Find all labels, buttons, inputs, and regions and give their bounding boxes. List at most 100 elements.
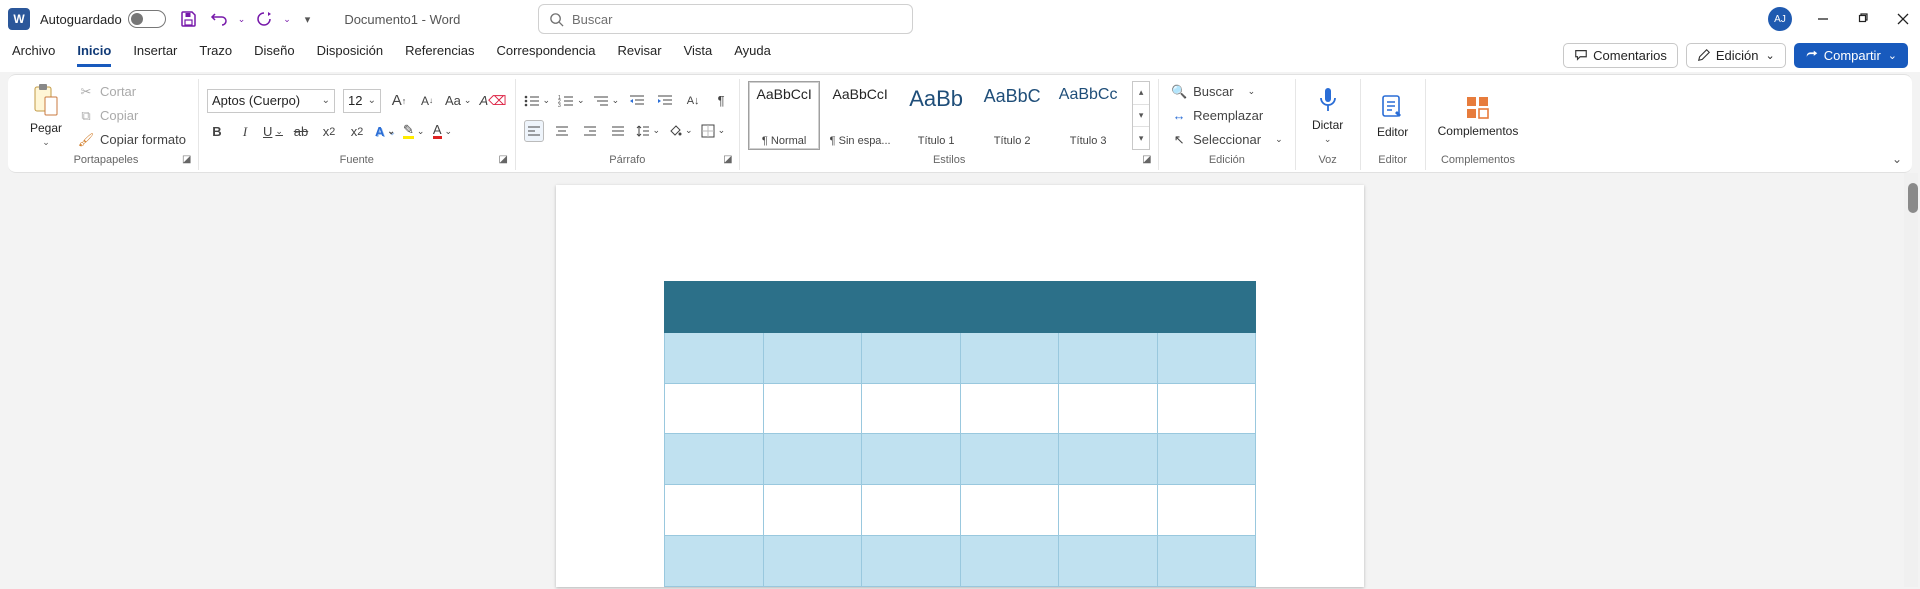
underline-button[interactable]: U bbox=[263, 121, 283, 143]
addins-button[interactable]: Complementos bbox=[1434, 81, 1523, 150]
table-cell[interactable] bbox=[1059, 434, 1158, 485]
strikethrough-button[interactable]: ab bbox=[291, 121, 311, 143]
sort-button[interactable]: A↓ bbox=[683, 90, 703, 112]
table-cell[interactable] bbox=[1157, 536, 1256, 587]
table-cell[interactable] bbox=[960, 383, 1059, 434]
table-cell[interactable] bbox=[960, 332, 1059, 383]
replace-button[interactable]: ↔Reemplazar bbox=[1167, 106, 1286, 126]
table-cell[interactable] bbox=[1059, 536, 1158, 587]
table-cell[interactable] bbox=[665, 434, 764, 485]
share-button[interactable]: Compartir bbox=[1794, 43, 1908, 68]
table-cell[interactable] bbox=[960, 485, 1059, 536]
style-normal[interactable]: AaBbCcI¶ Normal bbox=[748, 81, 820, 150]
window-restore-button[interactable] bbox=[1854, 10, 1872, 28]
line-spacing-button[interactable] bbox=[636, 120, 661, 142]
table-cell[interactable] bbox=[763, 434, 862, 485]
table-cell[interactable] bbox=[763, 536, 862, 587]
bullets-button[interactable] bbox=[524, 90, 551, 112]
table-cell[interactable] bbox=[862, 434, 961, 485]
justify-button[interactable] bbox=[608, 120, 628, 142]
table-cell[interactable] bbox=[1059, 332, 1158, 383]
table-cell[interactable] bbox=[862, 282, 961, 333]
vertical-scrollbar-thumb[interactable] bbox=[1908, 183, 1918, 213]
subscript-button[interactable]: x2 bbox=[319, 121, 339, 143]
style-heading1[interactable]: AaBbTítulo 1 bbox=[900, 81, 972, 150]
table-cell[interactable] bbox=[1059, 485, 1158, 536]
table-cell[interactable] bbox=[665, 332, 764, 383]
styles-scroll-down[interactable]: ▾ bbox=[1133, 105, 1149, 128]
table-cell[interactable] bbox=[862, 332, 961, 383]
tab-ayuda[interactable]: Ayuda bbox=[734, 43, 771, 67]
document-table[interactable] bbox=[664, 281, 1256, 587]
style-heading3[interactable]: AaBbCcTítulo 3 bbox=[1052, 81, 1124, 150]
tab-inicio[interactable]: Inicio bbox=[77, 43, 111, 67]
table-cell[interactable] bbox=[960, 282, 1059, 333]
ribbon-collapse-button[interactable]: ⌄ bbox=[1892, 152, 1902, 166]
table-cell[interactable] bbox=[1157, 434, 1256, 485]
paste-button[interactable]: Pegar ⌄ bbox=[22, 81, 70, 150]
numbering-button[interactable]: 123 bbox=[558, 90, 585, 112]
tab-disposicion[interactable]: Disposición bbox=[317, 43, 383, 67]
editor-button[interactable]: Editor bbox=[1369, 81, 1417, 150]
undo-button[interactable] bbox=[208, 8, 230, 30]
borders-button[interactable] bbox=[701, 120, 726, 142]
align-center-button[interactable] bbox=[552, 120, 572, 142]
styles-launcher[interactable]: ◪ bbox=[1142, 154, 1154, 166]
window-minimize-button[interactable] bbox=[1814, 10, 1832, 28]
find-button[interactable]: 🔍Buscar⌄ bbox=[1167, 82, 1286, 102]
tab-diseno[interactable]: Diseño bbox=[254, 43, 294, 67]
table-cell[interactable] bbox=[665, 282, 764, 333]
font-size-combo[interactable]: 12⌄ bbox=[343, 89, 381, 113]
user-avatar[interactable]: AJ bbox=[1768, 7, 1792, 31]
table-cell[interactable] bbox=[763, 485, 862, 536]
autosave-toggle[interactable] bbox=[128, 10, 166, 28]
undo-history-dropdown[interactable]: ⌄ bbox=[238, 14, 246, 25]
search-input[interactable]: Buscar bbox=[538, 4, 913, 34]
change-case-button[interactable]: Aa bbox=[445, 90, 471, 112]
comments-button[interactable]: Comentarios bbox=[1563, 43, 1678, 68]
table-cell[interactable] bbox=[960, 434, 1059, 485]
table-cell[interactable] bbox=[763, 332, 862, 383]
table-cell[interactable] bbox=[665, 536, 764, 587]
shrink-font-button[interactable]: A↓ bbox=[417, 90, 437, 112]
highlight-color-button[interactable]: ✎ bbox=[403, 121, 424, 143]
save-button[interactable] bbox=[178, 8, 200, 30]
select-button[interactable]: ↖Seleccionar⌄ bbox=[1167, 130, 1286, 150]
table-cell[interactable] bbox=[665, 485, 764, 536]
align-left-button[interactable] bbox=[524, 120, 544, 142]
redo-button[interactable] bbox=[253, 8, 275, 30]
grow-font-button[interactable]: A↑ bbox=[389, 90, 409, 112]
text-effects-button[interactable]: A bbox=[375, 121, 395, 143]
tab-insertar[interactable]: Insertar bbox=[133, 43, 177, 67]
clipboard-launcher[interactable]: ◪ bbox=[182, 154, 194, 166]
shading-button[interactable] bbox=[668, 120, 693, 142]
styles-expand[interactable]: ▾ bbox=[1133, 127, 1149, 149]
qat-customize-dropdown[interactable]: ▾ bbox=[305, 13, 311, 26]
table-cell[interactable] bbox=[1157, 485, 1256, 536]
table-cell[interactable] bbox=[665, 383, 764, 434]
tab-archivo[interactable]: Archivo bbox=[12, 43, 55, 67]
font-color-button[interactable]: A bbox=[432, 121, 452, 143]
font-launcher[interactable]: ◪ bbox=[499, 154, 511, 166]
multilevel-list-button[interactable] bbox=[593, 90, 620, 112]
dictate-button[interactable]: Dictar ⌄ bbox=[1304, 81, 1352, 150]
tab-revisar[interactable]: Revisar bbox=[617, 43, 661, 67]
table-cell[interactable] bbox=[1059, 383, 1158, 434]
table-cell[interactable] bbox=[862, 536, 961, 587]
copy-button[interactable]: ⧉Copiar bbox=[74, 106, 190, 126]
paragraph-launcher[interactable]: ◪ bbox=[723, 154, 735, 166]
tab-trazo[interactable]: Trazo bbox=[199, 43, 232, 67]
italic-button[interactable]: I bbox=[235, 121, 255, 143]
show-marks-button[interactable]: ¶ bbox=[711, 90, 731, 112]
table-cell[interactable] bbox=[960, 536, 1059, 587]
page[interactable] bbox=[556, 185, 1364, 587]
table-cell[interactable] bbox=[763, 282, 862, 333]
table-cell[interactable] bbox=[1157, 332, 1256, 383]
table-cell[interactable] bbox=[1157, 282, 1256, 333]
style-no-spacing[interactable]: AaBbCcI¶ Sin espa... bbox=[824, 81, 896, 150]
bold-button[interactable]: B bbox=[207, 121, 227, 143]
cut-button[interactable]: ✂Cortar bbox=[74, 82, 190, 102]
tab-referencias[interactable]: Referencias bbox=[405, 43, 474, 67]
increase-indent-button[interactable] bbox=[655, 90, 675, 112]
styles-scroll-up[interactable]: ▴ bbox=[1133, 82, 1149, 105]
